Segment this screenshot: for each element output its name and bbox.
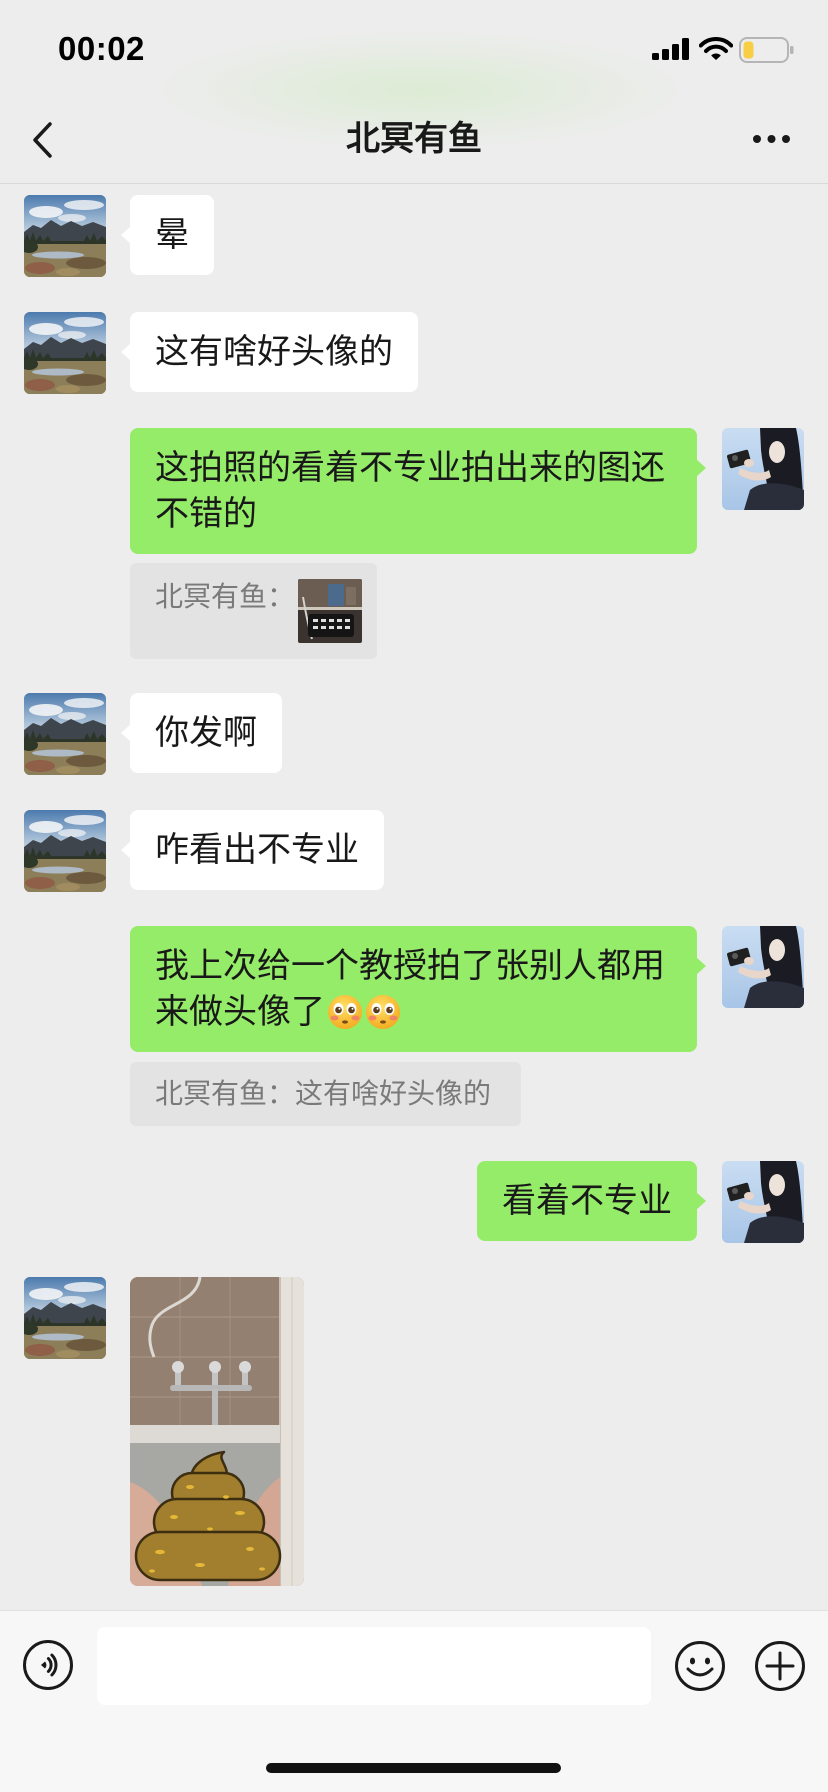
wifi-icon (699, 37, 733, 60)
home-indicator (266, 1763, 561, 1773)
message-text: 这有啥好头像的 (155, 332, 393, 372)
quote-text: 北冥有鱼： (155, 580, 296, 613)
message-text: 我上次给一个教授拍了张别人都用来做头像了 (155, 946, 665, 1032)
message-bubble-received[interactable]: 你发啊 (121, 693, 282, 773)
avatar-image (722, 926, 804, 1008)
quoted-message[interactable]: 北冥有鱼：这有啥好头像的 (130, 1062, 522, 1126)
signal-icon (652, 38, 689, 60)
message-text: 这拍照的看着不专业拍出来的图还不错的 (155, 448, 665, 534)
wechat-chat-screen: 00:02 北冥有鱼 晕 这有啥好头像的 这拍照的看着不专业拍出来的图还不错的 … (0, 0, 828, 1792)
avatar-image (24, 195, 106, 277)
avatar-image (24, 312, 106, 394)
avatar-image (24, 810, 106, 892)
message-text: 咋看出不专业 (155, 830, 359, 870)
flushed-face-emoji (365, 994, 401, 1030)
more-dots-icon[interactable] (751, 132, 793, 146)
message-input[interactable] (97, 1627, 651, 1705)
avatar-image (722, 1161, 804, 1243)
my-avatar[interactable] (722, 428, 804, 510)
contact-avatar[interactable] (24, 810, 106, 892)
my-avatar[interactable] (722, 1161, 804, 1243)
avatar-image (24, 693, 106, 775)
quoted-message[interactable]: 北冥有鱼： (130, 563, 378, 659)
emoji-smile-icon[interactable] (674, 1640, 726, 1692)
contact-avatar[interactable] (24, 195, 106, 277)
message-bubble-sent[interactable]: 我上次给一个教授拍了张别人都用来做头像了 (130, 926, 706, 1052)
avatar-image (722, 428, 804, 510)
photo-with-poop-sticker (130, 1277, 304, 1586)
message-text: 看着不专业 (502, 1181, 672, 1221)
quote-image-thumbnail (298, 579, 363, 643)
avatar-image (24, 1277, 106, 1359)
flushed-face-emoji (327, 994, 363, 1030)
image-message[interactable] (130, 1277, 304, 1586)
contact-avatar[interactable] (24, 1277, 106, 1359)
message-bubble-received[interactable]: 晕 (121, 195, 214, 275)
contact-avatar[interactable] (24, 693, 106, 775)
message-bubble-sent[interactable]: 这拍照的看着不专业拍出来的图还不错的 (130, 428, 706, 554)
status-time: 00:02 (58, 30, 145, 67)
message-text: 晕 (155, 215, 189, 255)
message-bubble-sent[interactable]: 看着不专业 (477, 1161, 706, 1241)
message-bubble-received[interactable]: 咋看出不专业 (121, 810, 384, 890)
message-text: 你发啊 (155, 713, 257, 753)
quote-text: 北冥有鱼：这有啥好头像的 (155, 1077, 492, 1110)
thumbnail-image (298, 579, 363, 643)
message-bubble-received[interactable]: 这有啥好头像的 (121, 312, 418, 392)
my-avatar[interactable] (722, 926, 804, 1008)
chat-title: 北冥有鱼 (346, 119, 482, 159)
voice-icon[interactable] (22, 1639, 74, 1691)
contact-avatar[interactable] (24, 312, 106, 394)
nav-divider (0, 183, 828, 184)
plus-icon[interactable] (754, 1640, 806, 1692)
battery-icon (739, 37, 794, 63)
